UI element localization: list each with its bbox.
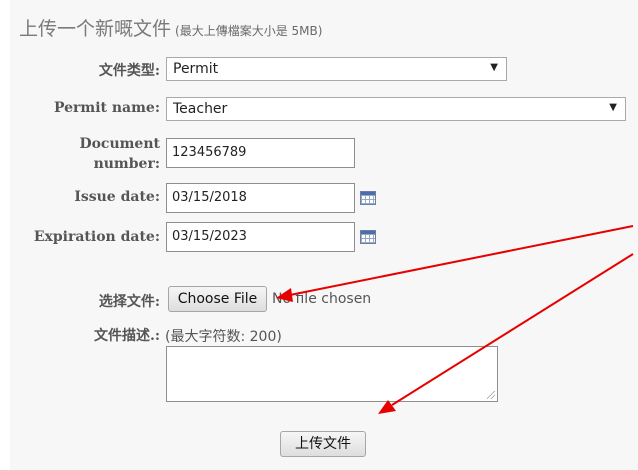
choose-file-label: 选择文件: <box>98 294 160 310</box>
max-size-note: (最大上傳檔案大小是 5MB) <box>175 24 323 38</box>
description-label: 文件描述.: <box>93 328 160 344</box>
issue-date-field[interactable]: 03/15/2018 <box>166 183 355 213</box>
upload-file-button[interactable]: 上传文件 <box>280 431 366 457</box>
no-file-chosen-text: No file chosen <box>272 291 372 307</box>
file-type-value: Permit <box>173 61 219 77</box>
expiration-date-label: Expiration date: <box>33 229 160 245</box>
document-number-label: Document number: <box>79 134 160 174</box>
page-title: 上传一个新嘅文件 (最大上傳檔案大小是 5MB) <box>19 14 322 41</box>
chevron-down-icon: ▼ <box>609 102 617 113</box>
issue-date-label: Issue date: <box>74 189 160 205</box>
permit-name-value: Teacher <box>173 101 228 117</box>
permit-name-select[interactable]: Teacher ▼ <box>166 97 626 121</box>
choose-file-button[interactable]: Choose File <box>168 286 267 312</box>
document-number-field[interactable]: 123456789 <box>166 138 355 168</box>
document-number-label-line1: Document <box>79 136 160 152</box>
description-textarea[interactable] <box>166 346 498 402</box>
file-type-select[interactable]: Permit ▼ <box>166 57 507 81</box>
chevron-down-icon: ▼ <box>490 62 498 73</box>
resize-grip-icon[interactable] <box>487 391 495 399</box>
expiration-date-field[interactable]: 03/15/2023 <box>166 222 355 252</box>
description-hint: (最大字符数: 200) <box>165 329 282 345</box>
calendar-icon[interactable] <box>360 191 376 205</box>
calendar-icon[interactable] <box>360 230 376 244</box>
title-text: 上传一个新嘅文件 <box>19 18 172 40</box>
document-number-label-line2: number: <box>93 156 160 172</box>
file-type-label: 文件类型: <box>98 63 160 79</box>
permit-name-label: Permit name: <box>53 100 160 116</box>
